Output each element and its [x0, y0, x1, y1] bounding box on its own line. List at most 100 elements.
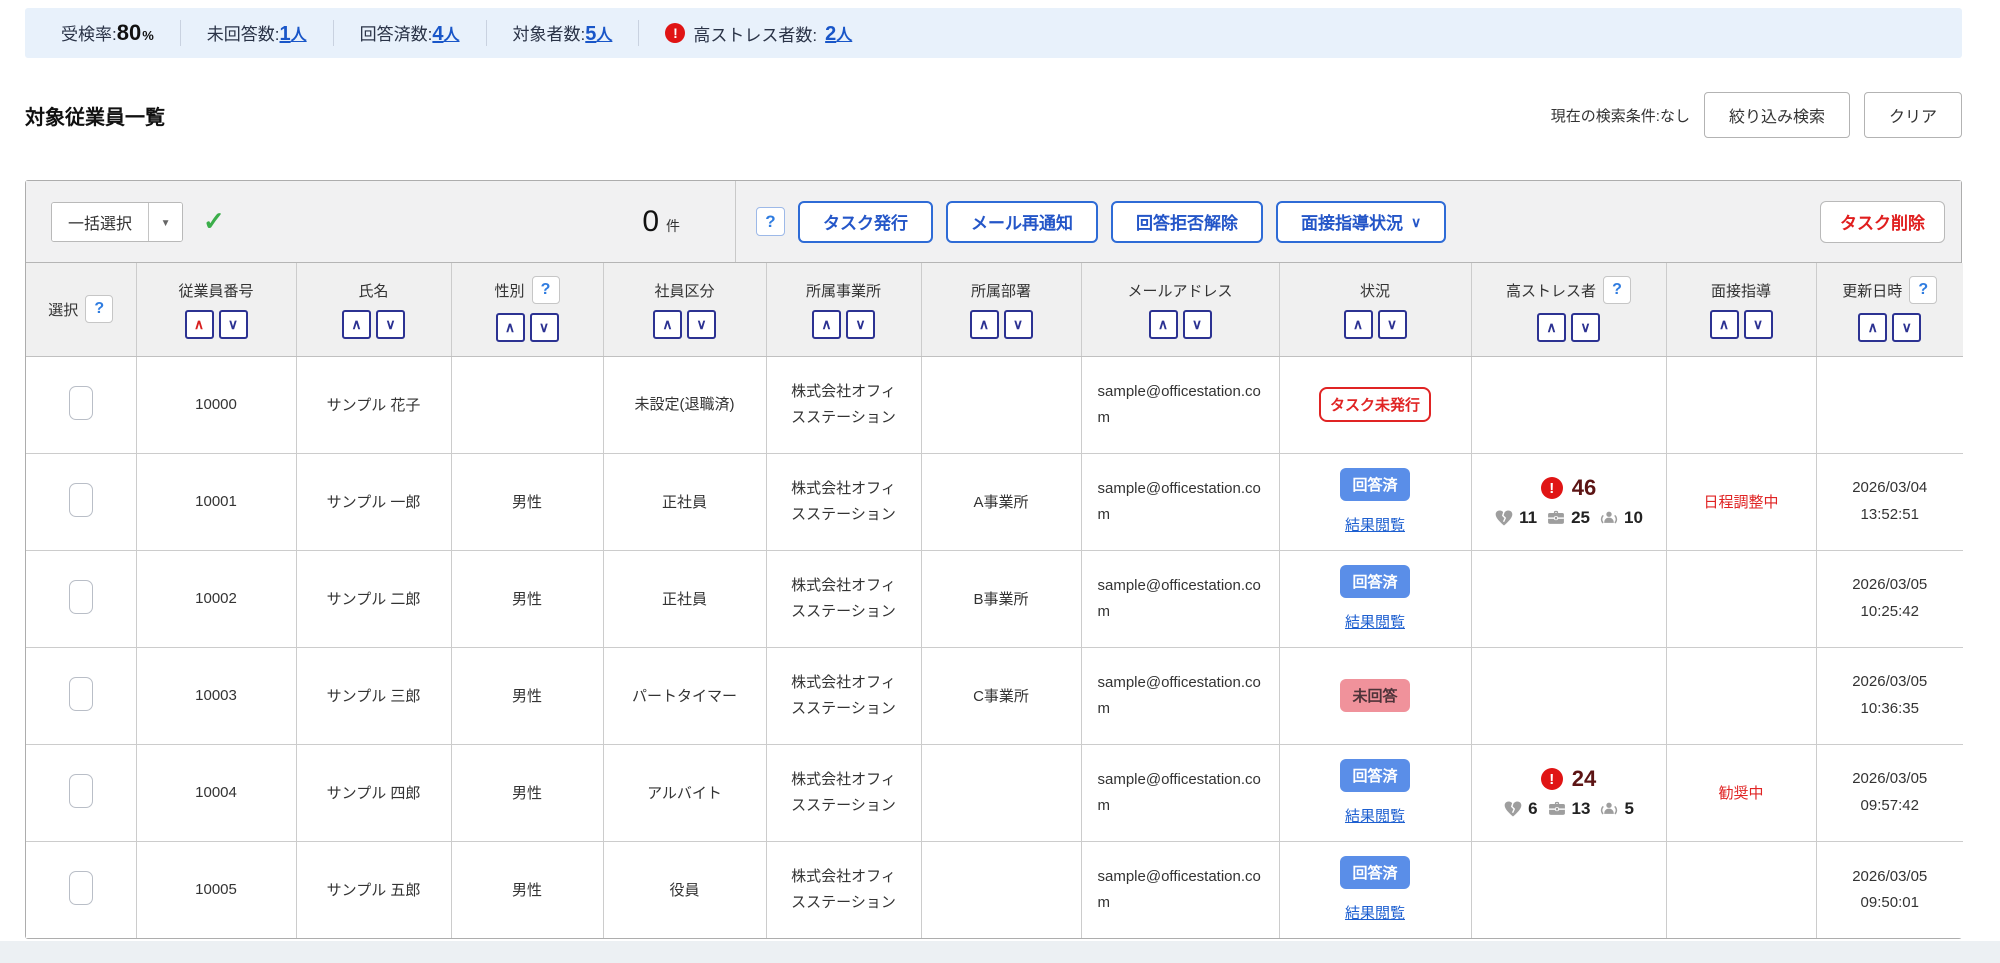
sort-desc-icon[interactable] [376, 310, 405, 339]
column-header-office: 所属事業所 [766, 263, 921, 356]
sort-desc-icon[interactable] [1571, 313, 1600, 342]
help-icon[interactable] [532, 276, 560, 304]
result-view-link[interactable]: 結果閲覧 [1345, 902, 1405, 923]
row-checkbox[interactable] [69, 483, 93, 517]
select-cell [26, 356, 136, 453]
status-badge: 回答済 [1340, 565, 1409, 598]
interview-status: 日程調整中 [1703, 494, 1778, 511]
divider [180, 20, 181, 46]
help-icon[interactable] [85, 295, 113, 323]
divider [333, 20, 334, 46]
sort-desc-icon[interactable] [846, 310, 875, 339]
high-stress-cell [1471, 356, 1666, 453]
status-cell: 回答済 結果閲覧 [1279, 453, 1471, 550]
sort-desc-icon[interactable] [1892, 313, 1921, 342]
filter-search-button[interactable]: 絞り込み検索 [1704, 92, 1850, 138]
column-header-name: 氏名 [296, 263, 451, 356]
sort-asc-icon[interactable] [1858, 313, 1887, 342]
result-view-link[interactable]: 結果閲覧 [1345, 514, 1405, 535]
toolbar-selection-group: 一括選択 0 件 [26, 181, 736, 262]
high-stress-cell [1471, 647, 1666, 744]
column-header-updated: 更新日時 [1816, 263, 1963, 356]
row-checkbox[interactable] [69, 580, 93, 614]
category-cell: 正社員 [603, 453, 766, 550]
status-cell: 未回答 [1279, 647, 1471, 744]
broken-heart-icon [1503, 799, 1523, 819]
interview-cell: 勧奨中 [1666, 744, 1816, 841]
column-header-category: 社員区分 [603, 263, 766, 356]
sort-desc-icon[interactable] [530, 313, 559, 342]
result-view-link[interactable]: 結果閲覧 [1345, 805, 1405, 826]
sort-asc-icon[interactable] [185, 310, 214, 339]
status-badge: 回答済 [1340, 468, 1409, 501]
sort-desc-icon[interactable] [1183, 310, 1212, 339]
alert-icon [1541, 768, 1563, 790]
department-cell [921, 841, 1081, 938]
sort-desc-icon[interactable] [1004, 310, 1033, 339]
targets-count-link[interactable]: 5人 [585, 21, 612, 46]
header-row: 選択 従業員番号 氏名 性別 社員区分 [26, 263, 1963, 356]
sort-asc-icon[interactable] [812, 310, 841, 339]
sort-asc-icon[interactable] [342, 310, 371, 339]
summary-high-stress: 高ストレス者数: 2人 [665, 21, 852, 46]
interview-status-dropdown[interactable]: 面接指導状況 [1276, 201, 1446, 243]
interview-cell: 日程調整中 [1666, 453, 1816, 550]
mail-renotify-button[interactable]: メール再通知 [946, 201, 1098, 243]
task-issue-button[interactable]: タスク発行 [798, 201, 933, 243]
help-icon[interactable] [1909, 276, 1937, 304]
employee-number-cell: 10004 [136, 744, 296, 841]
toolbar-actions: タスク発行 メール再通知 回答拒否解除 面接指導状況 [756, 201, 1446, 243]
sort-asc-icon[interactable] [970, 310, 999, 339]
task-delete-button[interactable]: タスク削除 [1820, 201, 1945, 243]
category-cell: パートタイマー [603, 647, 766, 744]
high-stress-count-link[interactable]: 2人 [825, 21, 852, 46]
briefcase-icon [1546, 508, 1566, 528]
bulk-select-button[interactable]: 一括選択 [52, 203, 148, 241]
refusal-release-button[interactable]: 回答拒否解除 [1111, 201, 1263, 243]
answered-count-link[interactable]: 4人 [432, 21, 459, 46]
bulk-select-control: 一括選択 [51, 202, 183, 242]
status-cell: 回答済 結果閲覧 [1279, 841, 1471, 938]
clear-button[interactable]: クリア [1864, 92, 1962, 138]
exam-rate-value: 80 [117, 20, 141, 46]
page-title: 対象従業員一覧 [25, 101, 165, 130]
sort-desc-icon[interactable] [1744, 310, 1773, 339]
name-cell: サンプル 三郎 [296, 647, 451, 744]
category-cell: 正社員 [603, 550, 766, 647]
column-header-high-stress: 高ストレス者 [1471, 263, 1666, 356]
briefcase-icon [1547, 799, 1567, 819]
stress-work-value: 13 [1572, 799, 1591, 819]
sort-asc-icon[interactable] [1710, 310, 1739, 339]
sort-asc-icon[interactable] [1537, 313, 1566, 342]
result-view-link[interactable]: 結果閲覧 [1345, 611, 1405, 632]
interview-cell [1666, 647, 1816, 744]
divider [638, 20, 639, 46]
name-cell: サンプル 四郎 [296, 744, 451, 841]
help-icon[interactable] [1603, 276, 1631, 304]
sort-desc-icon[interactable] [219, 310, 248, 339]
sort-asc-icon[interactable] [653, 310, 682, 339]
table-row: 10001 サンプル 一郎 男性 正社員 株式会社オフィスステーション A事業所… [26, 453, 1963, 550]
bulk-select-caret-button[interactable] [148, 203, 182, 241]
summary-answered: 回答済数: 4人 [360, 20, 460, 46]
table-row: 10000 サンプル 花子 未設定(退職済) 株式会社オフィスステーション sa… [26, 356, 1963, 453]
sort-desc-icon[interactable] [687, 310, 716, 339]
stress-heart-value: 6 [1528, 799, 1537, 819]
summary-unanswered: 未回答数: 1人 [207, 20, 307, 46]
row-checkbox[interactable] [69, 774, 93, 808]
toolbar-help-icon[interactable] [756, 207, 785, 236]
support-person-icon [1599, 799, 1619, 819]
sort-asc-icon[interactable] [496, 313, 525, 342]
row-checkbox[interactable] [69, 386, 93, 420]
unanswered-count-link[interactable]: 1人 [280, 21, 307, 46]
sort-desc-icon[interactable] [1378, 310, 1407, 339]
stress-support-value: 10 [1624, 508, 1643, 528]
sort-asc-icon[interactable] [1149, 310, 1178, 339]
sort-asc-icon[interactable] [1344, 310, 1373, 339]
summary-bar: 受検率: 80 % 未回答数: 1人 回答済数: 4人 対象者数: 5人 高スト… [25, 8, 1962, 58]
employee-number-cell: 10005 [136, 841, 296, 938]
name-cell: サンプル 五郎 [296, 841, 451, 938]
alert-icon [665, 23, 685, 43]
row-checkbox[interactable] [69, 871, 93, 905]
row-checkbox[interactable] [69, 677, 93, 711]
